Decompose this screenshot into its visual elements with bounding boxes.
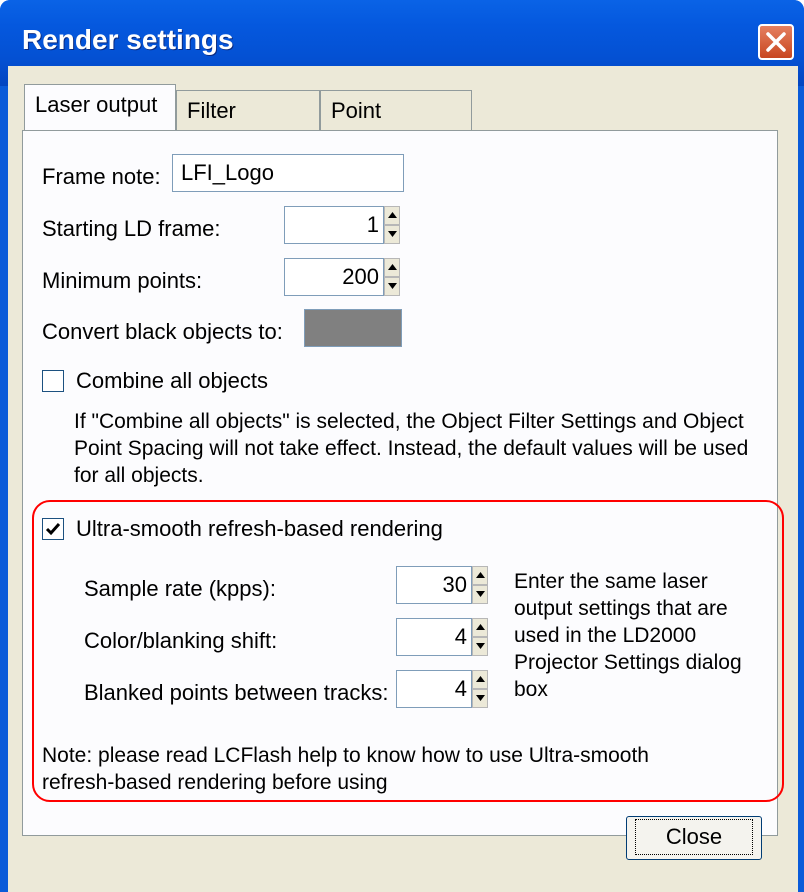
minimum-points-label: Minimum points: <box>42 268 203 293</box>
combine-all-note: If "Combine all objects" is selected, th… <box>74 408 748 489</box>
tab-laser-output[interactable]: Laser output <box>24 84 176 130</box>
starting-ld-frame-input[interactable]: 1 <box>284 206 384 244</box>
convert-black-label: Convert black objects to: <box>42 319 283 344</box>
starting-ld-frame-label: Starting LD frame: <box>42 216 221 241</box>
frame-note-input[interactable]: LFI_Logo <box>172 154 404 192</box>
minimum-points-input[interactable]: 200 <box>284 258 384 296</box>
note-line: If "Combine all objects" is selected, th… <box>74 410 744 433</box>
render-settings-window: Render settings Laser output Filter sett… <box>0 0 804 892</box>
arrow-up-icon <box>388 212 397 218</box>
spin-down-button[interactable] <box>384 225 400 244</box>
tab-filter-settings[interactable]: Filter settings <box>176 90 320 163</box>
combine-all-label: Combine all objects <box>76 368 268 393</box>
arrow-down-icon <box>388 231 397 237</box>
close-button-label: Close <box>634 819 754 855</box>
ultra-smooth-highlight-box <box>32 500 784 802</box>
arrow-up-icon <box>388 264 397 270</box>
window-close-button[interactable] <box>758 24 794 60</box>
minimum-points-stepper[interactable] <box>384 258 400 296</box>
arrow-down-icon <box>388 283 397 289</box>
spin-down-button[interactable] <box>384 277 400 296</box>
close-icon <box>766 32 786 52</box>
tab-point-spacing[interactable]: Point spacing <box>320 90 472 163</box>
convert-black-color-swatch[interactable] <box>304 309 402 347</box>
spin-up-button[interactable] <box>384 258 400 277</box>
window-title: Render settings <box>22 24 234 55</box>
combine-all-checkbox[interactable] <box>42 370 64 392</box>
spin-up-button[interactable] <box>384 206 400 225</box>
note-line: for all objects. <box>74 464 204 487</box>
close-button[interactable]: Close <box>626 816 762 860</box>
frame-note-label: Frame note: <box>42 164 161 189</box>
tab-label: Laser output <box>35 92 158 117</box>
starting-ld-frame-stepper[interactable] <box>384 206 400 244</box>
note-line: Point Spacing will not take effect. Inst… <box>74 437 749 460</box>
